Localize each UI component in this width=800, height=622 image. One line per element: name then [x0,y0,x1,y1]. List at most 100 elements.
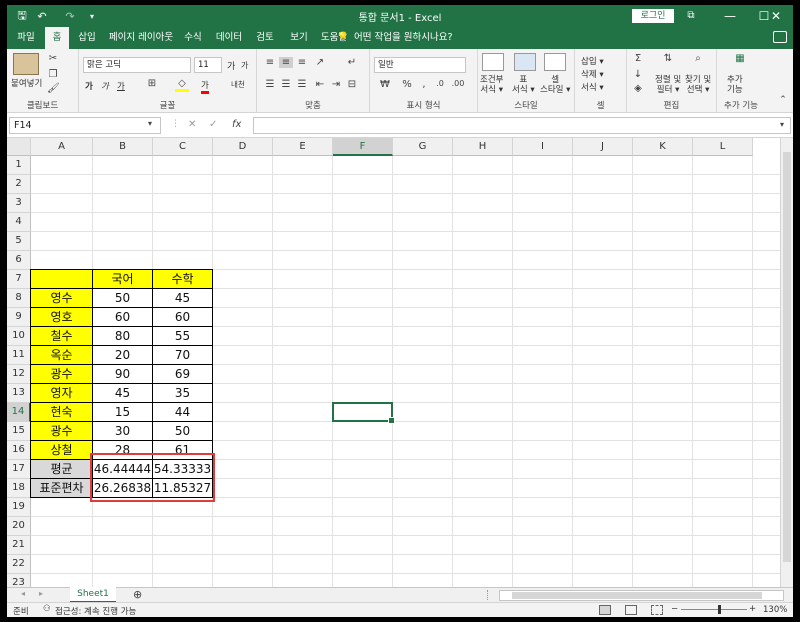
sort-filter-icon[interactable]: ⇅ [659,53,677,64]
row-header-9[interactable]: 9 [7,308,31,327]
add-sheet-icon[interactable]: ⊕ [133,588,142,601]
column-header-i[interactable]: I [513,138,573,156]
row-header-23[interactable]: 23 [7,574,31,587]
italic-button[interactable]: 가 [101,80,109,92]
cell-a11[interactable]: 옥순 [31,346,92,365]
cell-b9[interactable]: 60 [93,308,152,327]
paste-icon[interactable] [13,53,39,75]
vertical-scroll-thumb[interactable] [783,152,791,562]
ribbon-display-options-icon[interactable]: ⧉ [679,5,703,27]
insert-function-icon[interactable]: fx [232,119,241,130]
close-button[interactable]: ✕ [759,5,793,27]
find-select-icon[interactable]: ⌕ [689,53,707,64]
zoom-level[interactable]: 130% [763,605,787,615]
cell-c13[interactable]: 35 [153,384,212,403]
row-header-20[interactable]: 20 [7,517,31,536]
row-header-1[interactable]: 1 [7,156,31,175]
tab-view[interactable]: 보기 [285,27,313,49]
comments-icon[interactable] [773,31,787,43]
name-box[interactable]: F14 [9,117,161,134]
row-header-7[interactable]: 7 [7,270,31,289]
row-header-21[interactable]: 21 [7,536,31,555]
row-header-13[interactable]: 13 [7,384,31,403]
orientation-icon[interactable]: ↗ [313,57,327,68]
column-header-j[interactable]: J [573,138,633,156]
cell-a13[interactable]: 영자 [31,384,92,403]
cancel-icon[interactable]: ✕ [188,119,196,130]
increase-decimal-icon[interactable]: .0 [432,79,448,88]
font-size-select[interactable]: 11 [194,57,222,73]
cell-a12[interactable]: 광수 [31,365,92,384]
zoom-in-button[interactable]: + [749,604,756,614]
percent-icon[interactable]: % [400,79,414,90]
sort-filter-button[interactable]: 정렬 및 필터 ▾ [655,75,681,95]
underline-button[interactable]: 가 [117,80,125,92]
align-top-icon[interactable]: ≡ [263,57,277,68]
cell-a10[interactable]: 철수 [31,327,92,346]
cell-c10[interactable]: 55 [153,327,212,346]
cell-b7[interactable]: 국어 [93,270,152,289]
conditional-formatting-button[interactable]: 조건부 서식 ▾ [480,75,503,95]
paste-button[interactable]: 붙여넣기 [11,77,42,89]
page-break-view-icon[interactable] [651,605,663,615]
column-header-f[interactable]: F [333,138,393,156]
cell-c7[interactable]: 수학 [153,270,212,289]
formula-input[interactable] [253,117,791,134]
cell-a15[interactable]: 광수 [31,422,92,441]
cell-b10[interactable]: 80 [93,327,152,346]
tab-data[interactable]: 데이터 [213,27,245,49]
column-header-c[interactable]: C [153,138,213,156]
format-cells-button[interactable]: 서식 ▾ [581,81,604,93]
row-header-18[interactable]: 18 [7,479,31,498]
tab-home[interactable]: 홈 [45,27,69,49]
cell-styles-button[interactable]: 셀 스타일 ▾ [540,75,570,95]
font-shrink-button[interactable]: 가 [241,60,248,71]
align-center-icon[interactable]: ☰ [279,79,293,90]
row-header-19[interactable]: 19 [7,498,31,517]
row-header-22[interactable]: 22 [7,555,31,574]
font-grow-button[interactable]: 가 [227,59,235,72]
row-header-8[interactable]: 8 [7,289,31,308]
font-color-button[interactable]: 가 [201,79,209,94]
number-format-select[interactable]: 일반 [374,57,466,73]
name-box-dropdown-icon[interactable]: ▾ [148,119,152,128]
cell-c11[interactable]: 70 [153,346,212,365]
autosum-icon[interactable]: Σ [631,53,645,64]
cell-c12[interactable]: 69 [153,365,212,384]
row-header-3[interactable]: 3 [7,194,31,213]
prev-sheet-icon[interactable]: ◂ [21,589,25,598]
cell-a17[interactable]: 평균 [31,460,92,479]
row-header-2[interactable]: 2 [7,175,31,194]
format-as-table-icon[interactable] [514,53,536,71]
column-header-d[interactable]: D [213,138,273,156]
borders-icon[interactable]: ⊞ [145,78,159,89]
merge-center-icon[interactable]: ⊟ [345,79,359,90]
delete-cells-button[interactable]: 삭제 ▾ [581,68,604,80]
row-header-10[interactable]: 10 [7,327,31,346]
find-select-button[interactable]: 찾기 및 선택 ▾ [685,75,711,95]
worksheet-grid[interactable]: A B C D E F G H I J K L 1 2 3 4 5 6 7 8 9 10 11 12 13 14 15 16 17 18 1… [7,138,793,587]
increase-indent-icon[interactable]: ⇥ [329,79,343,90]
column-header-l[interactable]: L [693,138,753,156]
active-cell-f14[interactable] [332,402,395,424]
column-header-e[interactable]: E [273,138,333,156]
cell-a16[interactable]: 상철 [31,441,92,460]
row-header-15[interactable]: 15 [7,422,31,441]
cell-styles-icon[interactable] [544,53,566,71]
cell-a8[interactable]: 영수 [31,289,92,308]
row-header-16[interactable]: 16 [7,441,31,460]
accessibility-status[interactable]: 접근성: 계속 진행 가능 [55,605,136,617]
decrease-decimal-icon[interactable]: .00 [450,79,466,88]
fill-icon[interactable]: ↓ [631,69,645,80]
row-header-4[interactable]: 4 [7,213,31,232]
cell-a9[interactable]: 영호 [31,308,92,327]
currency-icon[interactable]: ₩ [376,79,394,90]
align-right-icon[interactable]: ☰ [295,79,309,90]
cell-c15[interactable]: 50 [153,422,212,441]
phonetic-button[interactable]: 내천 [231,79,245,90]
comma-style-icon[interactable]: , [418,79,430,90]
addins-icon[interactable]: ▦ [731,53,749,64]
select-all-corner[interactable] [7,138,31,156]
tab-formulas[interactable]: 수식 [179,27,207,49]
addins-button[interactable]: 추가 기능 [727,75,743,95]
